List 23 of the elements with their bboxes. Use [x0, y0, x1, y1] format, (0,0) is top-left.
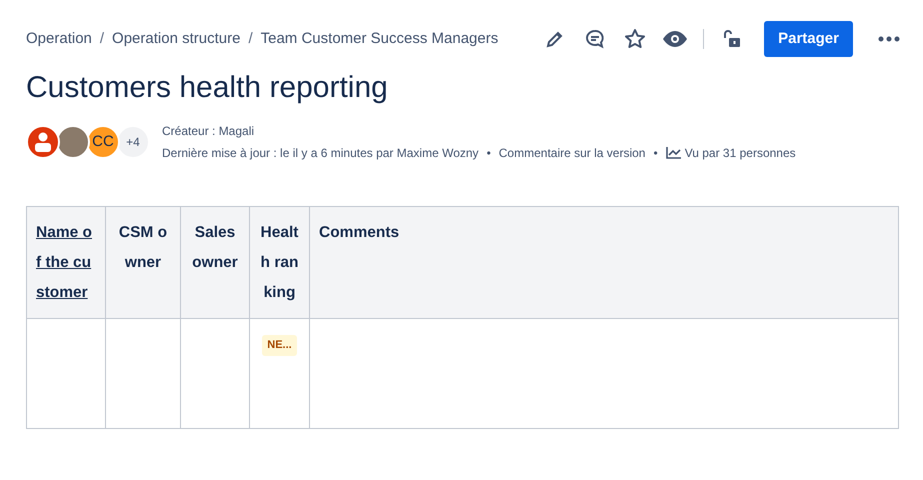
- person-icon: [34, 132, 52, 152]
- bullet-separator: •: [653, 145, 658, 162]
- creator-text: Créateur : Magali: [162, 124, 254, 138]
- breadcrumb-link[interactable]: Operation: [26, 28, 92, 50]
- more-contributors-avatar[interactable]: +4: [116, 125, 150, 159]
- chart-icon: [666, 147, 681, 159]
- breadcrumb-link[interactable]: Operation structure: [112, 28, 240, 50]
- column-header: CSM owner: [106, 206, 180, 318]
- version-comment-link[interactable]: Commentaire sur la version: [498, 144, 646, 162]
- breadcrumb-separator: /: [100, 28, 104, 49]
- share-button[interactable]: Partager: [764, 20, 853, 58]
- last-update-text: Dernière mise à jour : le il y a 6 minutes par Maxime Wozny: [162, 145, 479, 162]
- bullet-separator: •: [486, 145, 491, 162]
- column-header: Comments: [310, 206, 898, 318]
- column-header: Sales owner: [180, 206, 250, 318]
- star-icon[interactable]: [623, 27, 648, 51]
- column-header: Health ranking: [250, 206, 310, 318]
- breadcrumb-separator: /: [248, 28, 253, 49]
- breadcrumb-link[interactable]: Team Customer Success Managers: [260, 28, 498, 50]
- page-title: Customers health reporting: [26, 70, 389, 106]
- views-text: Vu par 31 personnes: [684, 145, 796, 162]
- initials-avatar[interactable]: CC: [86, 125, 120, 159]
- status-lozenge: NE...: [262, 335, 297, 356]
